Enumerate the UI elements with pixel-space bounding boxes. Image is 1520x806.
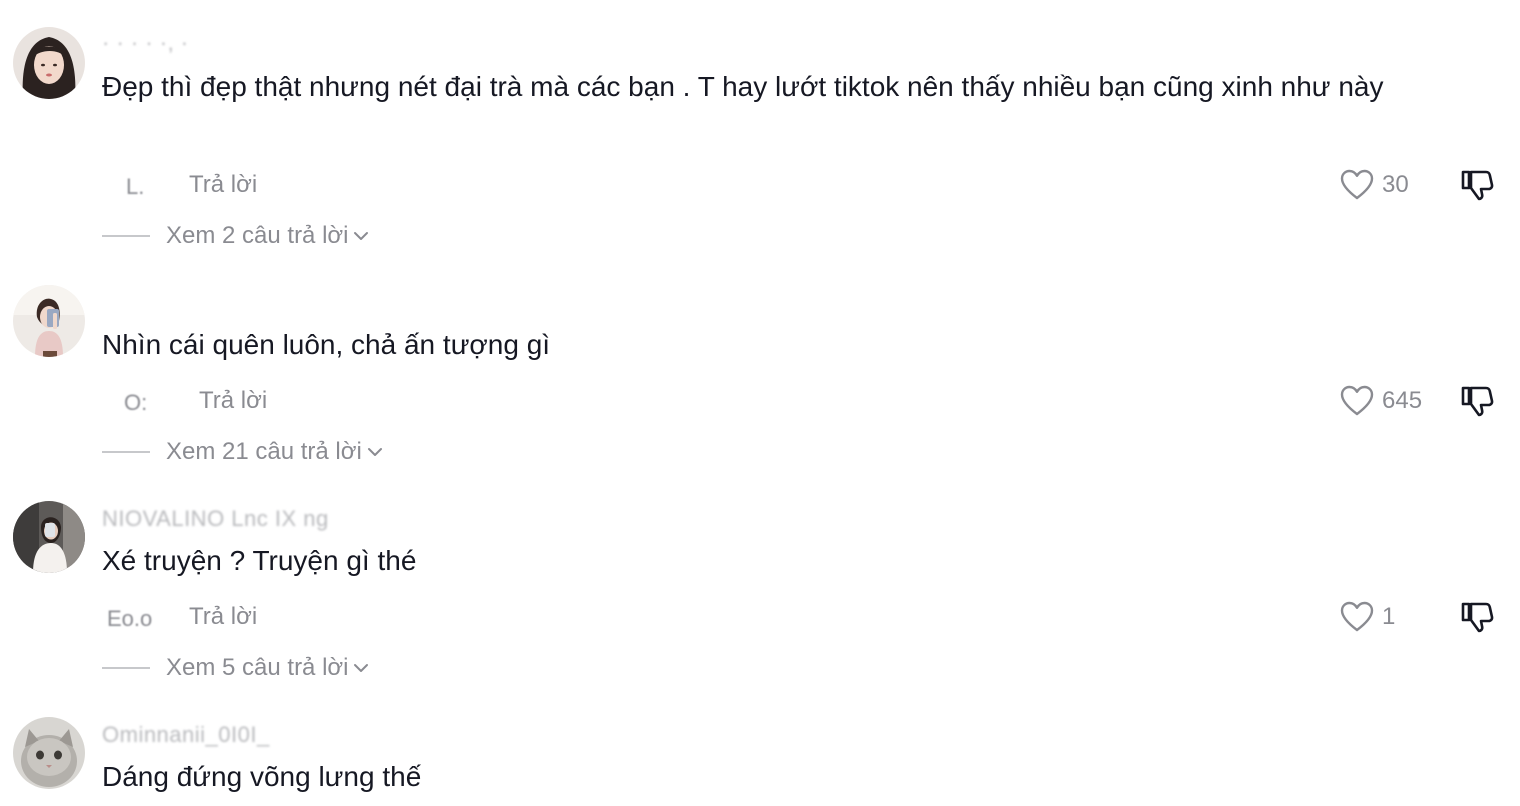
reply-button[interactable]: Trả lời	[189, 171, 257, 199]
view-replies-button[interactable]: Xem 2 câu trả lời	[102, 222, 370, 250]
comment-text: Xé truyện ? Truyện gì thé	[102, 545, 417, 576]
comment-text: Dáng đứng võng lưng thế	[102, 761, 422, 792]
thumbs-down-icon	[1461, 170, 1494, 201]
like-button[interactable]: 1	[1340, 601, 1395, 633]
chevron-down-icon	[354, 664, 369, 672]
reply-button[interactable]: Trả lời	[199, 387, 267, 415]
like-count: 1	[1382, 603, 1396, 630]
view-replies-label: Xem 21 câu trả lời	[166, 438, 362, 465]
comment-username[interactable]: Ominnanii_0I0I_	[102, 722, 270, 748]
comment-date: Eo.o	[107, 606, 153, 631]
user-avatar[interactable]	[13, 501, 85, 573]
comment-text: Đẹp thì đẹp thật nhưng nét đại trà mà cá…	[102, 71, 1384, 102]
like-count: 645	[1382, 387, 1423, 414]
comment-username[interactable]: · · · · ·, ·	[102, 30, 189, 56]
dislike-button[interactable]	[1459, 383, 1495, 419]
user-avatar[interactable]	[13, 27, 85, 99]
heart-outline-icon	[1340, 601, 1374, 632]
thumbs-down-icon	[1461, 602, 1494, 633]
replies-divider	[102, 451, 150, 453]
user-avatar[interactable]	[13, 285, 85, 357]
view-replies-button[interactable]: Xem 21 câu trả lời	[102, 438, 384, 466]
dislike-button[interactable]	[1459, 167, 1495, 203]
view-replies-button[interactable]: Xem 5 câu trả lời	[102, 654, 370, 682]
dislike-button[interactable]	[1459, 599, 1495, 635]
comment-date: O:	[124, 390, 148, 415]
comment-text: Nhìn cái quên luôn, chả ấn tượng gì	[102, 329, 551, 360]
comment-list: · · · · ·, · Đẹp thì đẹp thật nhưng nét …	[0, 0, 1520, 806]
like-count: 30	[1382, 171, 1409, 198]
replies-divider	[102, 667, 150, 669]
view-replies-label: Xem 2 câu trả lời	[166, 222, 349, 249]
view-replies-label: Xem 5 câu trả lời	[166, 654, 349, 681]
chevron-down-icon	[354, 232, 369, 240]
chevron-down-icon	[367, 448, 382, 456]
like-button[interactable]: 645	[1340, 385, 1422, 417]
user-avatar[interactable]	[13, 717, 85, 789]
heart-outline-icon	[1340, 169, 1374, 200]
replies-divider	[102, 235, 150, 237]
like-button[interactable]: 30	[1340, 169, 1409, 201]
reply-button[interactable]: Trả lời	[189, 603, 257, 631]
comment-username[interactable]: NIOVALINO Lnc IX ng	[102, 506, 329, 532]
thumbs-down-icon	[1461, 386, 1494, 417]
heart-outline-icon	[1340, 385, 1374, 416]
comment-date: L.	[126, 174, 145, 199]
